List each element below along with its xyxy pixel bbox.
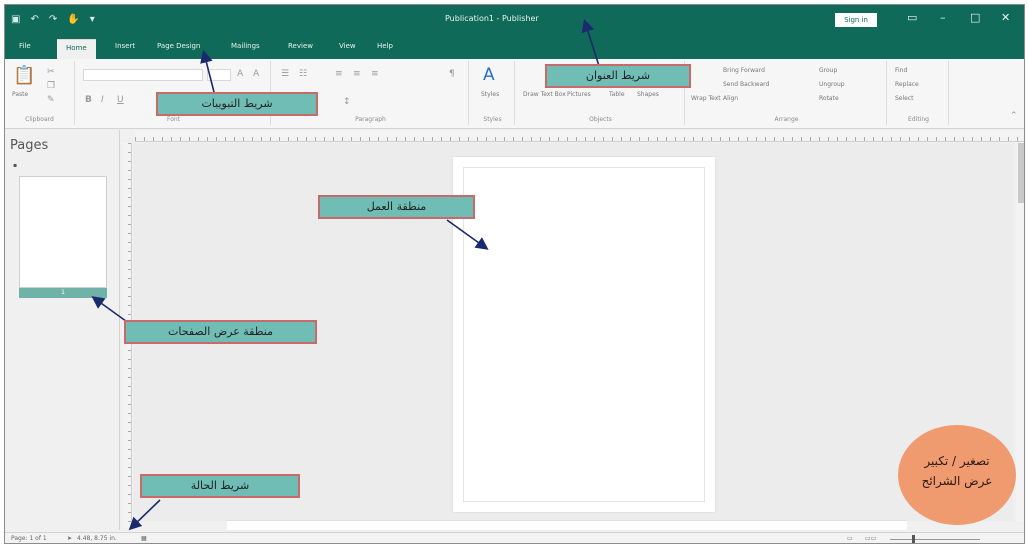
grow-font-icon[interactable]: A bbox=[237, 69, 243, 79]
status-position: 4.48, 8.75 in. bbox=[77, 535, 117, 542]
page-thumbnail[interactable] bbox=[19, 176, 107, 288]
group-label-paragraph: Paragraph bbox=[355, 116, 386, 123]
sign-in-button[interactable]: Sign in bbox=[835, 13, 877, 27]
pages-pane-marker-icon: ▪ bbox=[13, 162, 18, 169]
horizontal-scrollbar[interactable] bbox=[227, 520, 907, 530]
tab-file[interactable]: File bbox=[19, 42, 31, 50]
pages-pane: Pages ▪ 1 bbox=[5, 130, 120, 530]
touch-mode-icon[interactable]: ✋ bbox=[67, 13, 79, 27]
align-button[interactable]: Align bbox=[723, 95, 738, 102]
group-label-objects: Objects bbox=[589, 116, 612, 123]
align-right-icon[interactable]: ≡ bbox=[371, 69, 379, 79]
cursor-icon: ➤ bbox=[67, 535, 73, 542]
quick-access-toolbar: ▣ ↶ ↷ ✋ ▾ bbox=[11, 13, 95, 27]
status-page-number[interactable]: Page: 1 of 1 bbox=[11, 535, 47, 542]
callout-pages-area: منطقة عرض الصفحات bbox=[124, 320, 317, 344]
horizontal-ruler[interactable] bbox=[135, 130, 1024, 142]
maximize-icon[interactable]: □ bbox=[970, 11, 980, 24]
status-bar: Page: 1 of 1 ➤ 4.48, 8.75 in. ▦ ▭ ▭▭ bbox=[5, 532, 1024, 543]
pages-pane-title: Pages bbox=[10, 138, 49, 153]
ribbon-options-icon[interactable]: ▭ bbox=[907, 11, 917, 24]
callout-zoom-line-1: تصغير / تكبير bbox=[924, 454, 990, 468]
callout-tabs-bar: شريط التبويبات bbox=[156, 92, 318, 116]
ribbon-tabs: File Home Insert Page Design Mailings Re… bbox=[5, 37, 1024, 59]
tab-home[interactable]: Home bbox=[57, 39, 96, 59]
group-label-clipboard: Clipboard bbox=[25, 116, 54, 123]
two-page-view-icon[interactable]: ▭▭ bbox=[865, 535, 876, 542]
paragraph-mark-icon[interactable]: ¶ bbox=[449, 69, 455, 79]
vertical-scrollbar[interactable] bbox=[1016, 143, 1024, 521]
paste-icon[interactable]: 📋 bbox=[13, 65, 35, 86]
single-page-view-icon[interactable]: ▭ bbox=[847, 535, 853, 542]
pictures-button[interactable]: Pictures bbox=[567, 91, 591, 98]
tab-page-design[interactable]: Page Design bbox=[157, 42, 200, 50]
tab-help[interactable]: Help bbox=[377, 42, 393, 50]
shapes-button[interactable]: Shapes bbox=[637, 91, 659, 98]
collapse-ribbon-icon[interactable]: ⌃ bbox=[1010, 111, 1018, 121]
line-spacing-icon[interactable]: ↕ bbox=[343, 97, 351, 107]
save-icon[interactable]: ▣ bbox=[11, 13, 20, 27]
publication-page[interactable] bbox=[453, 157, 715, 512]
group-label-editing: Editing bbox=[908, 116, 929, 123]
close-icon[interactable]: ✕ bbox=[1001, 11, 1010, 24]
font-name-box[interactable] bbox=[83, 69, 203, 81]
copy-icon[interactable]: ❐ bbox=[47, 81, 55, 91]
page-thumbnail-number: 1 bbox=[19, 288, 107, 298]
shrink-font-icon[interactable]: A bbox=[253, 69, 259, 79]
tab-mailings[interactable]: Mailings bbox=[231, 42, 260, 50]
underline-icon[interactable]: U bbox=[117, 95, 124, 105]
publisher-window: ▣ ↶ ↷ ✋ ▾ Publication1 - Publisher Sign … bbox=[4, 4, 1025, 544]
redo-icon[interactable]: ↷ bbox=[49, 13, 57, 27]
send-backward-button[interactable]: Send Backward bbox=[723, 81, 769, 88]
callout-status-bar: شريط الحالة bbox=[140, 474, 300, 498]
draw-text-box-button[interactable]: Draw Text Box bbox=[523, 91, 566, 98]
title-bar: ▣ ↶ ↷ ✋ ▾ Publication1 - Publisher Sign … bbox=[5, 5, 1024, 37]
styles-icon[interactable]: A bbox=[483, 65, 495, 85]
numbering-icon[interactable]: ☷ bbox=[299, 69, 307, 79]
tab-view[interactable]: View bbox=[339, 42, 356, 50]
group-label-font: Font bbox=[166, 116, 181, 123]
styles-label[interactable]: Styles bbox=[481, 91, 499, 98]
callout-work-area: منطقة العمل bbox=[318, 195, 475, 219]
group-button[interactable]: Group bbox=[819, 67, 837, 74]
bold-icon[interactable]: B bbox=[85, 95, 92, 105]
tab-insert[interactable]: Insert bbox=[115, 42, 135, 50]
format-painter-icon[interactable]: ✎ bbox=[47, 95, 55, 105]
rotate-button[interactable]: Rotate bbox=[819, 95, 839, 102]
group-arrange: Wrap Text Bring Forward Send Backward Al… bbox=[687, 61, 887, 125]
object-size-icon: ▦ bbox=[141, 535, 147, 542]
zoom-slider-knob[interactable] bbox=[912, 535, 915, 543]
table-button[interactable]: Table bbox=[609, 91, 625, 98]
align-left-icon[interactable]: ≡ bbox=[335, 69, 343, 79]
tab-review[interactable]: Review bbox=[288, 42, 313, 50]
wrap-text-button[interactable]: Wrap Text bbox=[691, 95, 721, 102]
bullets-icon[interactable]: ☰ bbox=[281, 69, 289, 79]
callout-zoom-line-2: عرض الشرائح bbox=[921, 474, 993, 488]
replace-button[interactable]: Replace bbox=[895, 81, 919, 88]
callout-title-bar: شريط العنوان bbox=[545, 64, 691, 88]
group-label-arrange: Arrange bbox=[774, 116, 799, 123]
minimize-icon[interactable]: – bbox=[940, 11, 946, 24]
callout-zoom: تصغير / تكبير عرض الشرائح bbox=[898, 425, 1016, 525]
group-editing: Find Replace Select Editing bbox=[889, 61, 949, 125]
font-size-box[interactable] bbox=[207, 69, 231, 81]
find-button[interactable]: Find bbox=[895, 67, 907, 74]
window-title: Publication1 - Publisher bbox=[445, 14, 539, 23]
paste-label[interactable]: Paste bbox=[12, 91, 28, 98]
group-clipboard: 📋 Paste ✂ ❐ ✎ Clipboard bbox=[5, 61, 75, 125]
group-label-styles: Styles bbox=[483, 116, 502, 123]
customize-qat-icon[interactable]: ▾ bbox=[90, 13, 95, 27]
undo-icon[interactable]: ↶ bbox=[30, 13, 38, 27]
vertical-scroll-thumb[interactable] bbox=[1018, 143, 1024, 203]
page-margin-guide bbox=[463, 167, 705, 502]
cut-icon[interactable]: ✂ bbox=[47, 67, 55, 77]
center-icon[interactable]: ≡ bbox=[353, 69, 361, 79]
ungroup-button[interactable]: Ungroup bbox=[819, 81, 845, 88]
select-button[interactable]: Select bbox=[895, 95, 914, 102]
zoom-slider[interactable] bbox=[890, 539, 980, 540]
bring-forward-button[interactable]: Bring Forward bbox=[723, 67, 765, 74]
group-styles: A Styles Styles bbox=[471, 61, 515, 125]
italic-icon[interactable]: I bbox=[101, 95, 104, 105]
